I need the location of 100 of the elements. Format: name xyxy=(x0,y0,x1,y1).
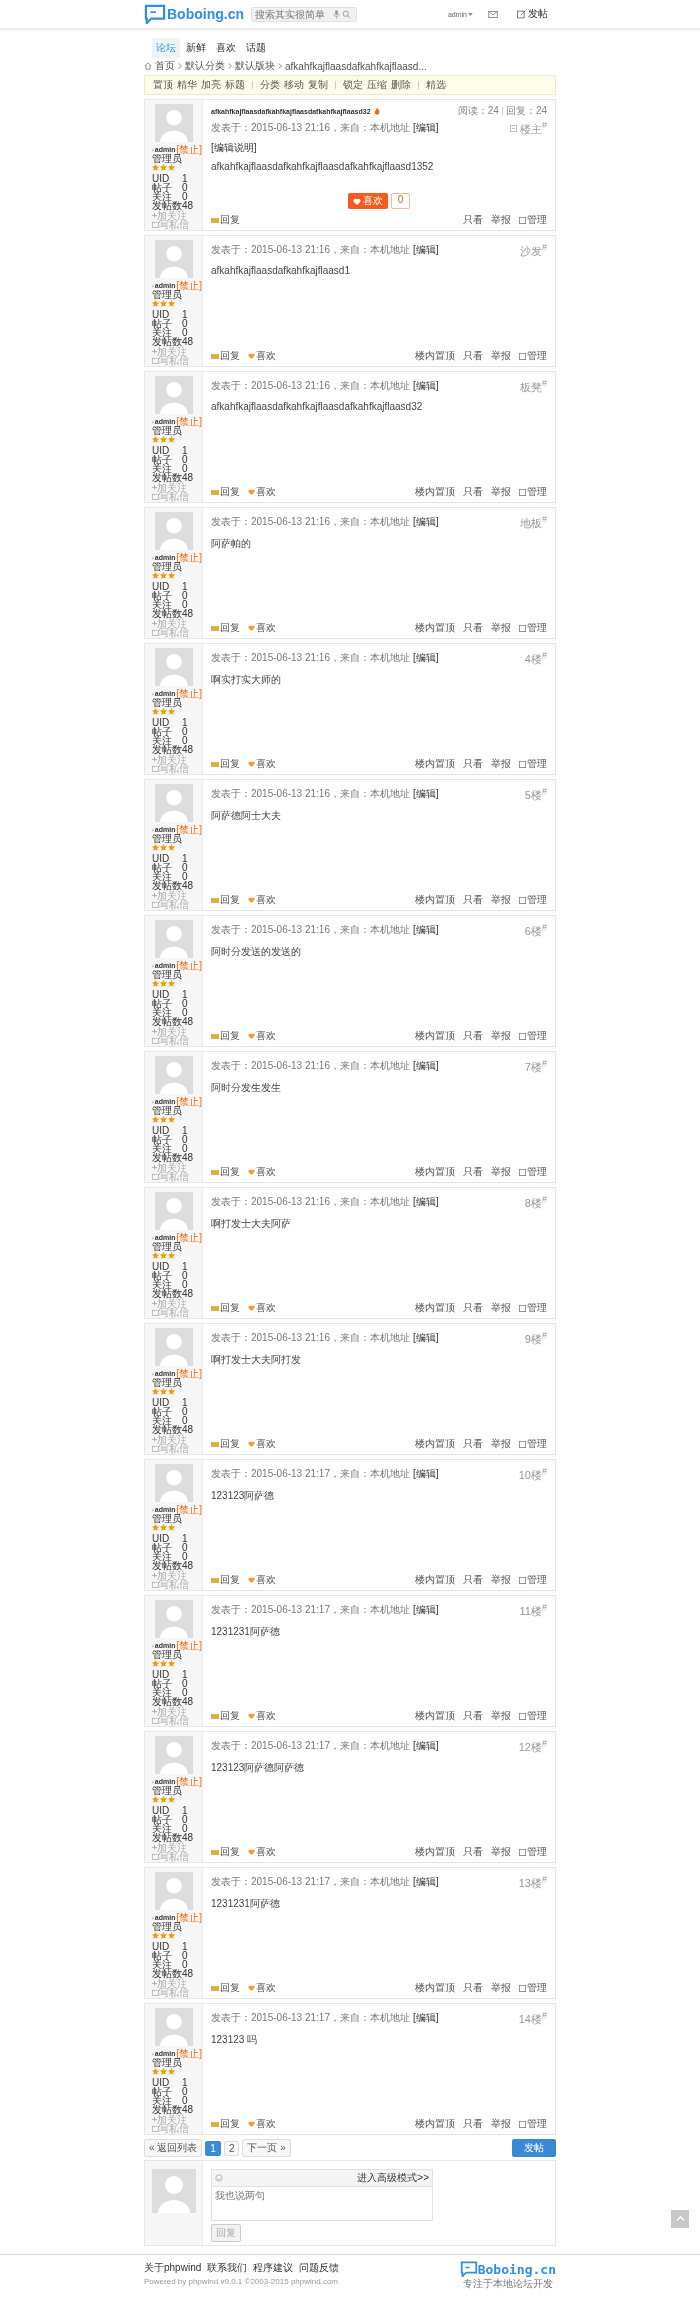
footer-link[interactable]: 问题反馈 xyxy=(299,2261,340,2275)
post-action-link[interactable]: 举报 xyxy=(491,2117,511,2131)
search-field[interactable]: 搜索其实很简单 xyxy=(251,6,357,22)
search-icon[interactable] xyxy=(342,9,351,19)
post-action-link[interactable]: 举报 xyxy=(491,1709,511,1723)
post-action-link[interactable]: 只看 xyxy=(463,1165,483,1179)
reply-link[interactable]: 回复 xyxy=(211,1981,240,1995)
post-action-link[interactable]: 只看 xyxy=(463,2117,483,2131)
reply-link[interactable]: 回复 xyxy=(211,213,240,227)
breadcrumb-link[interactable]: afkahfkajflaasdafkahfkajflaasd... xyxy=(285,60,427,72)
reply-textarea[interactable]: 我也说两句 xyxy=(211,2187,433,2221)
like-link[interactable]: 喜欢 xyxy=(248,1981,276,1995)
edit-link[interactable]: [编辑] xyxy=(412,1059,439,1074)
nav-tab[interactable]: 话题 xyxy=(242,38,270,58)
moderation-link[interactable]: 加亮 xyxy=(201,78,221,92)
moderation-link[interactable]: 标题 xyxy=(225,78,245,92)
edit-link[interactable]: [编辑] xyxy=(412,2011,439,2026)
back-to-top-button[interactable] xyxy=(671,2210,689,2228)
home-icon[interactable] xyxy=(144,62,152,70)
post-action-link[interactable]: 楼内置顶 xyxy=(415,621,455,635)
footer-link[interactable]: 程序建议 xyxy=(253,2261,294,2275)
post-action-link[interactable]: 只看 xyxy=(463,1301,483,1315)
nav-tab[interactable]: 新鲜 xyxy=(182,38,210,58)
like-link[interactable]: 喜欢 xyxy=(248,1845,276,1859)
square-icon[interactable] xyxy=(509,124,517,132)
post-action-link[interactable]: 楼内置顶 xyxy=(415,1709,455,1723)
edit-link[interactable]: [编辑] xyxy=(412,243,439,258)
breadcrumb-link[interactable]: 首页 xyxy=(155,59,175,73)
moderation-link[interactable]: 移动 xyxy=(284,78,304,92)
reply-link[interactable]: 回复 xyxy=(211,1845,240,1859)
edit-link[interactable]: [编辑] xyxy=(412,1331,439,1346)
moderation-link[interactable]: 精华 xyxy=(177,78,197,92)
post-action-link[interactable]: 举报 xyxy=(491,1301,511,1315)
post-action-link[interactable]: 楼内置顶 xyxy=(415,349,455,363)
post-action-link[interactable]: 楼内置顶 xyxy=(415,485,455,499)
reply-link[interactable]: 回复 xyxy=(211,621,240,635)
post-action-link[interactable]: 只看 xyxy=(463,1029,483,1043)
post-action-link[interactable]: 楼内置顶 xyxy=(415,1301,455,1315)
nav-tab[interactable]: 喜欢 xyxy=(212,38,240,58)
like-link[interactable]: 喜欢 xyxy=(248,485,276,499)
smiley-icon[interactable] xyxy=(215,2174,223,2182)
post-action-link[interactable]: 楼内置顶 xyxy=(415,1437,455,1451)
post-action-link[interactable]: 举报 xyxy=(491,349,511,363)
post-action-link[interactable]: 楼内置顶 xyxy=(415,1845,455,1859)
post-action-link[interactable]: 管理 xyxy=(519,349,547,363)
moderation-link[interactable]: 锁定 xyxy=(343,78,363,92)
like-link[interactable]: 喜欢 xyxy=(248,349,276,363)
like-link[interactable]: 喜欢 xyxy=(248,1029,276,1043)
post-action-link[interactable]: 管理 xyxy=(519,757,547,771)
post-action-link[interactable]: 管理 xyxy=(519,893,547,907)
post-action-link[interactable]: 只看 xyxy=(463,1709,483,1723)
post-action-link[interactable]: 只看 xyxy=(463,1573,483,1587)
reply-link[interactable]: 回复 xyxy=(211,1165,240,1179)
post-action-link[interactable]: 举报 xyxy=(491,1029,511,1043)
post-action-link[interactable]: 管理 xyxy=(519,1573,547,1587)
edit-link[interactable]: [编辑] xyxy=(412,787,439,802)
edit-link[interactable]: [编辑] xyxy=(412,1875,439,1890)
post-action-link[interactable]: 举报 xyxy=(491,621,511,635)
moderation-link[interactable]: 压缩 xyxy=(367,78,387,92)
reply-link[interactable]: 回复 xyxy=(211,893,240,907)
post-action-link[interactable]: 只看 xyxy=(463,485,483,499)
like-link[interactable]: 喜欢 xyxy=(248,757,276,771)
moderation-link[interactable]: 精选 xyxy=(426,78,446,92)
reply-link[interactable]: 回复 xyxy=(211,1709,240,1723)
post-action-link[interactable]: 管理 xyxy=(519,213,547,227)
footer-link[interactable]: 联系我们 xyxy=(207,2261,248,2275)
post-action-link[interactable]: 管理 xyxy=(519,1709,547,1723)
post-action-link[interactable]: 只看 xyxy=(463,349,483,363)
post-action-link[interactable]: 举报 xyxy=(491,1165,511,1179)
page-button[interactable]: 2 xyxy=(223,2140,240,2156)
moderation-link[interactable]: 删除 xyxy=(391,78,411,92)
post-action-link[interactable]: 只看 xyxy=(463,757,483,771)
footer-link[interactable]: 关于phpwind xyxy=(144,2261,202,2275)
edit-link[interactable]: [编辑] xyxy=(412,923,439,938)
post-action-link[interactable]: 楼内置顶 xyxy=(415,1165,455,1179)
page-button[interactable]: 1 xyxy=(205,2140,221,2156)
post-action-link[interactable]: 楼内置顶 xyxy=(415,1573,455,1587)
like-link[interactable]: 喜欢 xyxy=(248,1437,276,1451)
like-link[interactable]: 喜欢 xyxy=(248,1709,276,1723)
like-link[interactable]: 喜欢 xyxy=(248,1301,276,1315)
post-action-link[interactable]: 楼内置顶 xyxy=(415,757,455,771)
post-action-link[interactable]: 楼内置顶 xyxy=(415,893,455,907)
post-action-link[interactable]: 楼内置顶 xyxy=(415,1029,455,1043)
post-action-link[interactable]: 举报 xyxy=(491,1845,511,1859)
reply-link[interactable]: 回复 xyxy=(211,1573,240,1587)
post-action-link[interactable]: 举报 xyxy=(491,1981,511,1995)
post-action-link[interactable]: 只看 xyxy=(463,621,483,635)
post-action-link[interactable]: 管理 xyxy=(519,1845,547,1859)
reply-link[interactable]: 回复 xyxy=(211,349,240,363)
post-action-link[interactable]: 管理 xyxy=(519,1437,547,1451)
back-to-list-button[interactable]: « 返回列表 xyxy=(144,2139,203,2157)
post-action-link[interactable]: 管理 xyxy=(519,2117,547,2131)
post-action-link[interactable]: 只看 xyxy=(463,893,483,907)
like-link[interactable]: 喜欢 xyxy=(248,2117,276,2131)
edit-link[interactable]: [编辑] xyxy=(412,121,439,136)
post-action-link[interactable]: 只看 xyxy=(463,1437,483,1451)
like-link[interactable]: 喜欢 xyxy=(248,893,276,907)
reply-link[interactable]: 回复 xyxy=(211,2117,240,2131)
reply-link[interactable]: 回复 xyxy=(211,757,240,771)
post-action-link[interactable]: 管理 xyxy=(519,621,547,635)
